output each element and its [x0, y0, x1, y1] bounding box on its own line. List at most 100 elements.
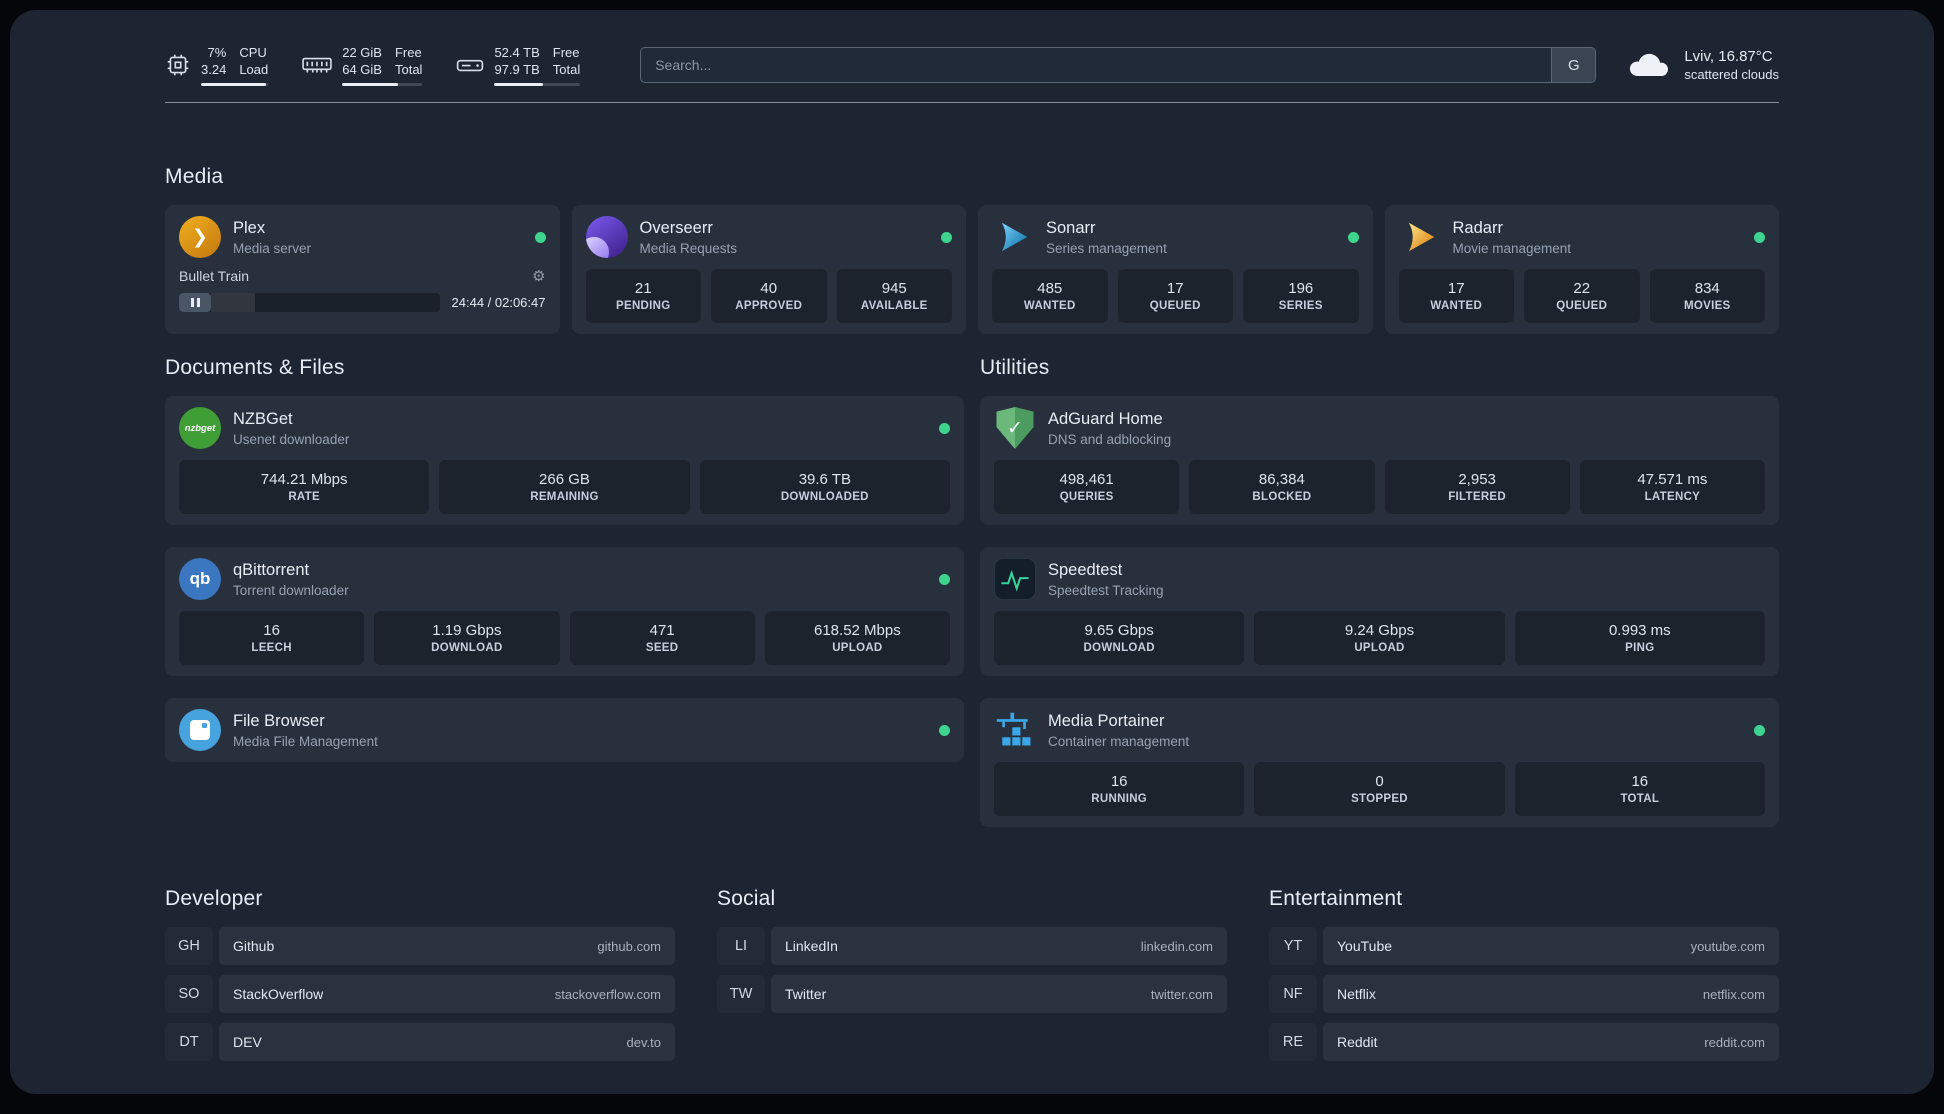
- stat-label: SERIES: [1278, 300, 1323, 312]
- search-provider-button[interactable]: G: [1551, 48, 1596, 82]
- radarr-icon: [1399, 216, 1441, 258]
- service-name: File Browser: [233, 711, 325, 730]
- stat-label: UPLOAD: [1354, 642, 1405, 654]
- plex-icon: ❯: [179, 216, 221, 258]
- playback-progress[interactable]: [179, 293, 440, 312]
- bookmark-row-github[interactable]: GH Github github.com: [165, 927, 675, 965]
- stat-label: APPROVED: [735, 300, 803, 312]
- stat-value: 485: [1037, 280, 1063, 297]
- search-input[interactable]: [641, 48, 1552, 82]
- overseerr-card[interactable]: Overseerr Media Requests 21 PENDING 40 APP…: [571, 205, 966, 334]
- bookmark-abbr: RE: [1269, 1023, 1317, 1061]
- bookmark-url: github.com: [597, 938, 661, 954]
- stats-row: 744.21 Mbps RATE 266 GB REMAINING 39.6 TB D…: [179, 460, 950, 514]
- status-dot: [1754, 231, 1765, 243]
- stat-value: 834: [1694, 280, 1720, 297]
- weather-widget: Lviv, 16.87°C scattered clouds: [1626, 47, 1779, 84]
- stat-value: 17: [1166, 280, 1184, 297]
- stats-row: 17 WANTED 22 QUEUED 834 MOVIES: [1398, 269, 1765, 323]
- stat-value: 618.52 Mbps: [814, 622, 901, 639]
- stat-value: 266 GB: [539, 471, 590, 488]
- status-dot: [534, 231, 546, 243]
- stat-value: 17: [1447, 280, 1465, 297]
- stat-tile: 40 APPROVED: [711, 269, 827, 323]
- qbittorrent-card[interactable]: qb qBittorrent Torrent downloader 16 LEEC…: [165, 547, 964, 676]
- bookmark-url: reddit.com: [1704, 1034, 1765, 1050]
- service-name: AdGuard Home: [1048, 409, 1163, 428]
- stat-value: 16: [1631, 773, 1649, 790]
- bookmarks-developer: Developer GH Github github.com SO StackOv…: [165, 887, 675, 1071]
- stat-value: 47.571 ms: [1637, 471, 1708, 488]
- stat-tile: 39.6 TB DOWNLOADED: [699, 460, 950, 514]
- stat-label: AVAILABLE: [860, 300, 928, 312]
- service-desc: Usenet downloader: [233, 431, 350, 447]
- stat-tile: 485 WANTED: [992, 269, 1108, 323]
- stats-row: 9.65 Gbps DOWNLOAD 9.24 Gbps UPLOAD 0.993 …: [994, 611, 1765, 665]
- service-name: Speedtest: [1048, 560, 1123, 579]
- bookmark-row-dev[interactable]: DT DEV dev.to: [165, 1023, 675, 1061]
- header-divider: [165, 102, 1779, 103]
- service-name: Media Portainer: [1048, 711, 1165, 730]
- plex-card[interactable]: ❯ Plex Media server Bullet Train ⚙ 24:44…: [165, 205, 560, 334]
- radarr-card[interactable]: Radarr Movie management 17 WANTED 22 QUEUE…: [1384, 205, 1779, 334]
- stat-label: WANTED: [1430, 300, 1483, 312]
- stat-label: QUEUED: [1149, 300, 1201, 312]
- stat-tile: 618.52 Mbps UPLOAD: [764, 611, 950, 665]
- stat-value: 22: [1573, 280, 1591, 297]
- memory-free-value: 22 GiB: [342, 45, 382, 60]
- sonarr-card[interactable]: Sonarr Series management 485 WANTED 17 QUE…: [978, 205, 1373, 334]
- stat-label: REMAINING: [530, 491, 599, 503]
- disk-usage-bar: [494, 83, 581, 86]
- disk-icon: [456, 53, 484, 77]
- bookmark-row-linkedin[interactable]: LI LinkedIn linkedin.com: [717, 927, 1227, 965]
- disk-free-value: 52.4 TB: [494, 45, 540, 60]
- stat-value: 9.65 Gbps: [1084, 622, 1154, 639]
- stat-label: DOWNLOADED: [780, 491, 869, 503]
- bookmark-row-netflix[interactable]: NF Netflix netflix.com: [1269, 975, 1779, 1013]
- cpu-load-value: 3.24: [201, 62, 227, 77]
- memory-label-top: Free: [394, 45, 422, 60]
- stat-tile: 16 LEECH: [179, 611, 365, 665]
- qbittorrent-icon: qb: [179, 558, 221, 600]
- stat-value: 9.24 Gbps: [1344, 622, 1415, 639]
- filebrowser-card[interactable]: File Browser Media File Management: [165, 698, 964, 762]
- service-name: Overseerr: [639, 218, 713, 237]
- bookmark-name: Reddit: [1337, 1034, 1378, 1050]
- plex-player-widget: Bullet Train ⚙ 24:44 / 02:06:47: [179, 267, 546, 312]
- stat-label: UPLOAD: [832, 642, 883, 654]
- stat-tile: 0.993 ms PING: [1514, 611, 1765, 665]
- bookmark-row-twitter[interactable]: TW Twitter twitter.com: [717, 975, 1227, 1013]
- service-name: Sonarr: [1046, 218, 1096, 237]
- bookmark-row-youtube[interactable]: YT YouTube youtube.com: [1269, 927, 1779, 965]
- pause-button[interactable]: [179, 293, 211, 312]
- service-desc: Torrent downloader: [233, 582, 349, 598]
- service-name: qBittorrent: [233, 560, 310, 579]
- service-desc: Container management: [1048, 733, 1190, 749]
- gear-icon[interactable]: ⚙: [532, 267, 545, 285]
- stat-tile: 945 AVAILABLE: [836, 269, 952, 323]
- speedtest-card[interactable]: Speedtest Speedtest Tracking 9.65 Gbps DO…: [980, 547, 1779, 676]
- stat-label: SEED: [645, 642, 679, 654]
- bookmarks-section: Developer GH Github github.com SO StackOv…: [165, 887, 1779, 1071]
- stat-value: 40: [760, 280, 778, 297]
- stat-tile: 17 WANTED: [1398, 269, 1514, 323]
- stat-value: 1.19 Gbps: [432, 622, 502, 639]
- stat-tile: 471 SEED: [569, 611, 755, 665]
- cloud-icon: [1626, 47, 1672, 84]
- stat-tile: 196 SERIES: [1243, 269, 1359, 323]
- nzbget-card[interactable]: nzbget NZBGet Usenet downloader 744.21 M…: [165, 396, 964, 525]
- disk-label-bottom: Total: [552, 62, 581, 77]
- cpu-percent: 7%: [207, 45, 227, 60]
- stats-row: 21 PENDING 40 APPROVED 945 AVAILABLE: [585, 269, 952, 323]
- stat-value: 86,384: [1258, 471, 1305, 488]
- adguard-card[interactable]: ✓ AdGuard Home DNS and adblocking 498,46…: [980, 396, 1779, 525]
- portainer-card[interactable]: Media Portainer Container management 16 R…: [980, 698, 1779, 827]
- bookmarks-social: Social LI LinkedIn linkedin.com TW Twitte…: [717, 887, 1227, 1071]
- stat-value: 0.993 ms: [1608, 622, 1671, 639]
- bookmark-name: LinkedIn: [785, 938, 838, 954]
- stat-tile: 1.19 Gbps DOWNLOAD: [374, 611, 560, 665]
- bookmark-row-reddit[interactable]: RE Reddit reddit.com: [1269, 1023, 1779, 1061]
- cpu-label-bottom: Load: [239, 62, 269, 77]
- bookmark-row-stackoverflow[interactable]: SO StackOverflow stackoverflow.com: [165, 975, 675, 1013]
- status-dot: [939, 422, 950, 434]
